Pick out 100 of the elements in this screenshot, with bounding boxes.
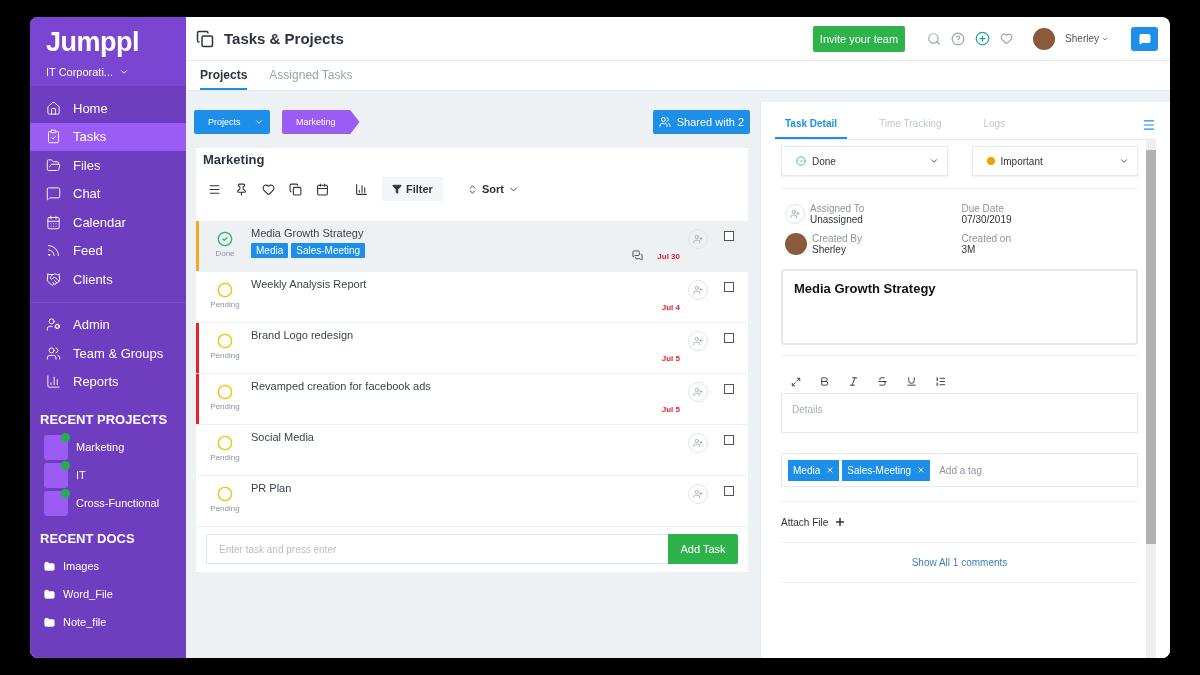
caret-icon	[254, 117, 264, 127]
strikethrough-icon[interactable]	[877, 376, 888, 387]
title-field[interactable]: Media Growth Strategy	[781, 269, 1138, 345]
doc-item[interactable]: Images	[30, 552, 186, 580]
tag: Media	[251, 243, 289, 258]
nav-item[interactable]: Reports	[30, 367, 186, 396]
attach-label[interactable]: Attach File	[781, 516, 829, 528]
filter-icon	[392, 184, 402, 194]
logo: Jumppl	[46, 27, 140, 58]
field-value: 07/30/2019	[961, 214, 1012, 225]
task-name: Media Growth Strategy	[251, 227, 365, 239]
filter-button[interactable]: Filter	[382, 177, 443, 201]
tag[interactable]: Sales-Meeting	[842, 459, 931, 481]
status-label: Done	[215, 249, 235, 258]
project-item[interactable]: Marketing	[30, 433, 186, 461]
nav-item[interactable]: Tasks	[30, 122, 186, 151]
list-icon[interactable]	[935, 376, 946, 387]
scrollbar[interactable]	[1146, 140, 1156, 658]
task-checkbox[interactable]	[724, 435, 734, 445]
help-icon[interactable]	[951, 31, 966, 46]
user-avatar[interactable]	[1033, 27, 1056, 50]
projects-dropdown[interactable]: Projects	[194, 110, 270, 134]
plus-icon[interactable]	[834, 516, 847, 528]
field-label: Due Date	[961, 203, 1005, 214]
caret-icon	[928, 156, 939, 166]
company-selector[interactable]: IT Corporati...	[46, 66, 170, 78]
search-icon[interactable]	[927, 31, 942, 46]
sort-button[interactable]: Sort	[456, 177, 529, 201]
add-icon[interactable]	[975, 31, 991, 46]
expand-icon[interactable]	[791, 376, 801, 387]
task-name: Brand Logo redesign	[251, 329, 355, 341]
comments-icon[interactable]	[632, 250, 644, 261]
bar-chart-icon	[46, 374, 61, 390]
shared-button[interactable]: Shared with 2	[652, 110, 750, 134]
task-checkbox[interactable]	[724, 333, 734, 343]
italic-icon[interactable]	[848, 376, 859, 387]
add-user-icon	[790, 209, 800, 219]
nav-item[interactable]: Feed	[30, 236, 186, 265]
remove-icon[interactable]	[917, 466, 926, 474]
nav-item[interactable]: Team & Groups	[30, 339, 186, 368]
task-checkbox[interactable]	[724, 384, 734, 394]
remove-icon[interactable]	[826, 466, 835, 474]
nav-item[interactable]: Files	[30, 151, 186, 180]
user-menu[interactable]: Sherley	[1065, 33, 1109, 44]
task-checkbox[interactable]	[724, 282, 734, 292]
priority-dropdown[interactable]: Important	[971, 146, 1138, 176]
comments-link[interactable]: Show All 1 comments	[781, 542, 1138, 583]
section-title: RECENT DOCS	[39, 530, 136, 548]
folder-icon	[46, 157, 61, 173]
task-row[interactable]: Pending Revamped creation for facebook ads Jul 5	[196, 374, 748, 425]
task-row[interactable]: Done Media Growth Strategy Media Sales-Meeting Jul 30	[196, 221, 748, 272]
section-title: RECENT PROJECTS	[39, 411, 169, 429]
check-circle-icon[interactable]	[217, 231, 233, 247]
add-user-icon	[693, 285, 703, 295]
tag-field[interactable]: Media Sales-Meeting Add a tag	[781, 453, 1138, 487]
handshake-icon	[46, 271, 61, 287]
nav-item[interactable]: Admin	[30, 310, 186, 339]
tag[interactable]: Media	[788, 459, 840, 481]
field-value: 3M	[961, 244, 977, 255]
caret-icon	[119, 67, 130, 77]
chat-icon	[46, 186, 61, 202]
doc-item[interactable]: Note_file	[30, 608, 186, 636]
new-task-input[interactable]: Enter task and press enter	[206, 534, 668, 564]
clipboard-icon	[46, 129, 61, 145]
status-label: Pending	[210, 402, 240, 411]
status-label: Pending	[210, 453, 240, 462]
task-row[interactable]: Pending Brand Logo redesign Jul 5	[196, 323, 748, 374]
project-item[interactable]: IT	[30, 461, 186, 489]
breadcrumb-item[interactable]: Marketing	[282, 110, 360, 134]
copy-icon[interactable]	[289, 182, 302, 196]
nav-item[interactable]: Clients	[30, 265, 186, 294]
chat-icon	[1138, 32, 1151, 45]
user-avatar	[785, 233, 807, 255]
project-item[interactable]: Cross-Functional	[30, 489, 186, 517]
bold-icon[interactable]	[819, 376, 830, 387]
folder-icon	[44, 616, 55, 628]
nav-item[interactable]: Home	[30, 94, 186, 123]
doc-item[interactable]: Word_File	[30, 580, 186, 608]
field-value: Sherley	[812, 244, 847, 255]
pin-icon[interactable]	[235, 182, 248, 196]
status-dropdown[interactable]: Done	[781, 146, 948, 176]
add-user-icon	[693, 489, 703, 499]
chat-button[interactable]	[1131, 26, 1158, 51]
status-label: Pending	[210, 300, 240, 309]
menu-icon[interactable]	[208, 182, 221, 196]
field-label: Assigned To	[810, 203, 865, 214]
task-checkbox[interactable]	[724, 486, 734, 496]
chart-icon[interactable]	[355, 182, 368, 196]
caret-icon	[1119, 156, 1129, 166]
add-user-icon	[693, 234, 703, 244]
nav-item[interactable]: Chat	[30, 179, 186, 208]
calendar-icon[interactable]	[316, 182, 329, 196]
heart-icon[interactable]	[262, 182, 275, 196]
calendar-icon	[46, 214, 61, 230]
task-checkbox[interactable]	[724, 231, 734, 241]
tag-placeholder: Add a tag	[939, 464, 982, 476]
folder-icon	[44, 588, 55, 600]
underline-icon[interactable]	[906, 376, 917, 387]
tab[interactable]: Task Detail	[775, 110, 848, 139]
nav-item[interactable]: Calendar	[30, 208, 186, 237]
